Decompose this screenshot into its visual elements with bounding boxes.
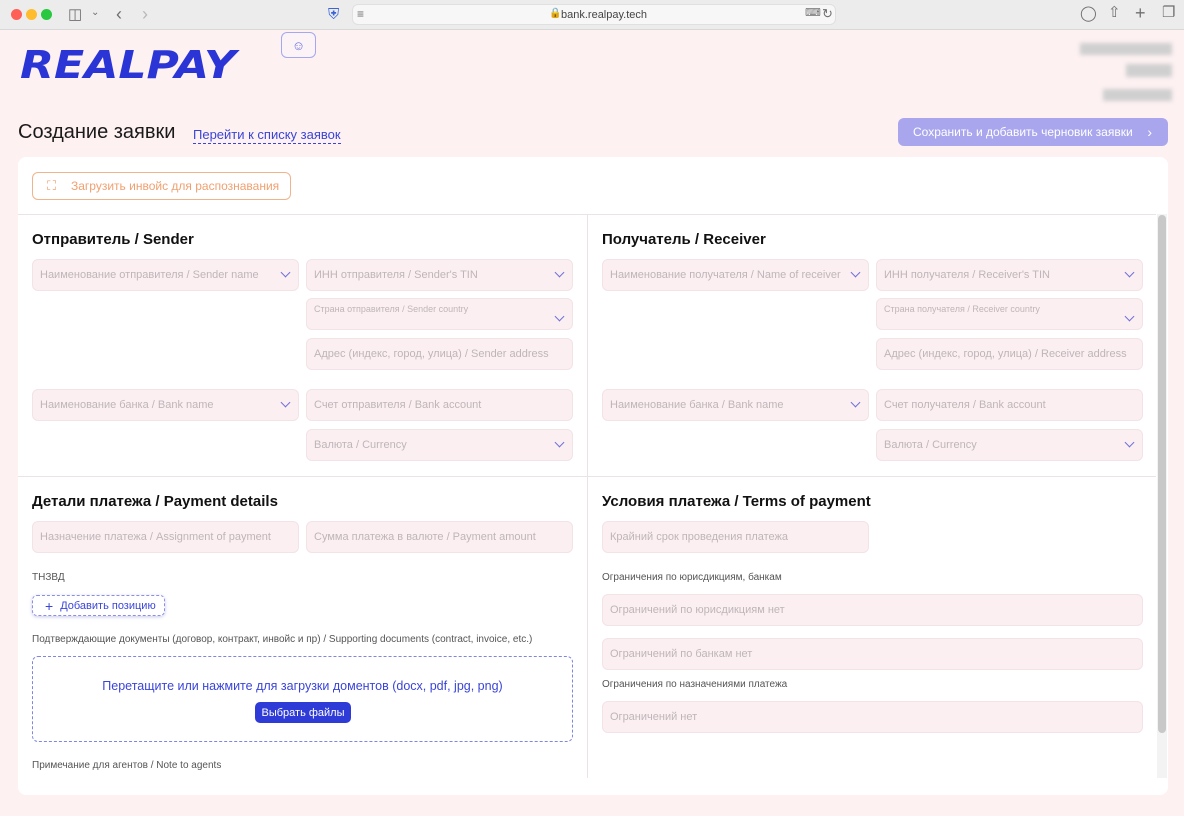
sidebar-icon[interactable]: ◫ bbox=[68, 7, 82, 22]
divider bbox=[18, 476, 1156, 477]
receiver-name-select[interactable]: Наименование получателя / Name of receiv… bbox=[602, 259, 869, 291]
new-tab-icon[interactable]: + bbox=[1135, 4, 1146, 22]
close-window-button[interactable] bbox=[11, 9, 22, 20]
reload-icon[interactable]: ↻ bbox=[822, 7, 833, 20]
documents-label: Подтверждающие документы (договор, контр… bbox=[32, 634, 533, 645]
browser-toolbar: ◫ ⌄ ‹ › ⛨ ≡ 🔒 bank.realpay.tech ⌨ ↻ ◯ ⇧ … bbox=[0, 0, 1184, 30]
receiver-currency-select[interactable]: Валюта / Currency bbox=[876, 429, 1143, 461]
plus-icon: + bbox=[45, 597, 54, 614]
receiver-title: Получатель / Receiver bbox=[602, 231, 766, 248]
sender-address-input[interactable]: Адрес (индекс, город, улица) / Sender ad… bbox=[306, 338, 573, 370]
realpay-logo[interactable]: REALPAY bbox=[18, 42, 240, 89]
user-info-blurred bbox=[1080, 43, 1172, 55]
user-icon: ☺ bbox=[291, 37, 306, 53]
sender-tin-select[interactable]: ИНН отправителя / Sender's TIN bbox=[306, 259, 573, 291]
sender-bank-select[interactable]: Наименование банка / Bank name bbox=[32, 389, 299, 421]
profile-button[interactable]: ☺ bbox=[281, 32, 316, 58]
deadline-input[interactable]: Крайний срок проведения платежа bbox=[602, 521, 869, 553]
translate-icon[interactable]: ⌨ bbox=[805, 8, 821, 19]
back-icon[interactable]: ‹ bbox=[116, 5, 122, 23]
sender-account-input[interactable]: Счет отправителя / Bank account bbox=[306, 389, 573, 421]
jurisdiction-restrictions-input[interactable]: Ограничений по юрисдикциям нет bbox=[602, 594, 1143, 626]
receiver-address-input[interactable]: Адрес (индекс, город, улица) / Receiver … bbox=[876, 338, 1143, 370]
payment-amount-input[interactable]: Сумма платежа в валюте / Payment amount bbox=[306, 521, 573, 553]
maximize-window-button[interactable] bbox=[41, 9, 52, 20]
lock-icon: 🔒 bbox=[549, 8, 562, 19]
scrollbar-thumb[interactable] bbox=[1158, 215, 1166, 733]
terms-title: Условия платежа / Terms of payment bbox=[602, 493, 871, 510]
share-icon[interactable]: ⇧ bbox=[1108, 5, 1121, 20]
save-draft-label: Сохранить и добавить черновик заявки bbox=[913, 125, 1133, 139]
upload-invoice-label: Загрузить инвойс для распознавания bbox=[71, 179, 280, 193]
dropzone-text: Перетащите или нажмите для загрузки доме… bbox=[102, 679, 503, 693]
receiver-tin-select[interactable]: ИНН получателя / Receiver's TIN bbox=[876, 259, 1143, 291]
tabs-overview-icon[interactable]: ❐ bbox=[1162, 5, 1175, 20]
svg-text:REALPAY: REALPAY bbox=[20, 43, 240, 84]
user-info-blurred bbox=[1126, 64, 1172, 77]
assignment-restrictions-input[interactable]: Ограничений нет bbox=[602, 701, 1143, 733]
bank-restrictions-input[interactable]: Ограничений по банкам нет bbox=[602, 638, 1143, 670]
url-text: bank.realpay.tech bbox=[561, 9, 648, 21]
receiver-bank-select[interactable]: Наименование банка / Bank name bbox=[602, 389, 869, 421]
note-label: Примечание для агентов / Note to agents bbox=[32, 760, 222, 771]
sender-country-select[interactable]: Страна отправителя / Sender country bbox=[306, 298, 573, 330]
user-info-blurred bbox=[1103, 89, 1172, 101]
divider bbox=[587, 214, 588, 778]
sender-title: Отправитель / Sender bbox=[32, 231, 194, 248]
receiver-account-input[interactable]: Счет получателя / Bank account bbox=[876, 389, 1143, 421]
add-position-label: Добавить позицию bbox=[60, 599, 156, 612]
receiver-country-select[interactable]: Страна получателя / Receiver country bbox=[876, 298, 1143, 330]
add-position-button[interactable]: + Добавить позицию bbox=[32, 595, 165, 616]
jurisdiction-label: Ограничения по юрисдикциям, банкам bbox=[602, 572, 782, 583]
payment-details-title: Детали платежа / Payment details bbox=[32, 493, 278, 510]
sender-name-select[interactable]: Наименование отправителя / Sender name bbox=[32, 259, 299, 291]
assignment-restrictions-label: Ограничения по назначениями платежа bbox=[602, 679, 788, 690]
choose-files-button[interactable]: Выбрать файлы bbox=[255, 702, 351, 723]
payment-assignment-input[interactable]: Назначение платежа / Assignment of payme… bbox=[32, 521, 299, 553]
forward-icon[interactable]: › bbox=[142, 5, 148, 23]
scan-icon: ⛶ bbox=[47, 178, 57, 193]
address-bar[interactable]: ≡ 🔒 bank.realpay.tech ⌨ ↻ bbox=[352, 4, 836, 25]
application-form: ⛶ Загрузить инвойс для распознавания Отп… bbox=[18, 157, 1168, 795]
download-icon[interactable]: ◯ bbox=[1080, 6, 1097, 21]
page-title: Создание заявки bbox=[18, 121, 176, 143]
save-draft-button[interactable]: Сохранить и добавить черновик заявки › bbox=[898, 118, 1168, 146]
shield-icon[interactable]: ⛨ bbox=[328, 7, 339, 22]
list-link[interactable]: Перейти к списку заявок bbox=[193, 127, 341, 144]
chevron-down-icon[interactable]: ⌄ bbox=[91, 8, 99, 18]
upload-invoice-button[interactable]: ⛶ Загрузить инвойс для распознавания bbox=[32, 172, 291, 200]
reader-icon[interactable]: ≡ bbox=[357, 8, 364, 20]
tnved-label: ТНЗВД bbox=[32, 572, 65, 583]
chevron-right-icon: › bbox=[1147, 124, 1152, 140]
documents-dropzone[interactable]: Перетащите или нажмите для загрузки доме… bbox=[32, 656, 573, 742]
minimize-window-button[interactable] bbox=[26, 9, 37, 20]
sender-currency-select[interactable]: Валюта / Currency bbox=[306, 429, 573, 461]
